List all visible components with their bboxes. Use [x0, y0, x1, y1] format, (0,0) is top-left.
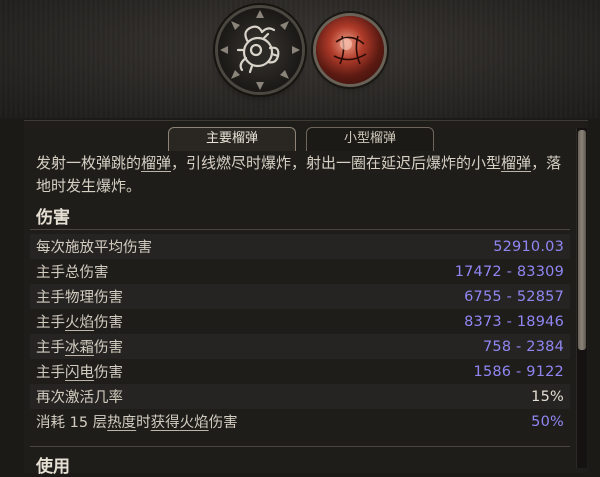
stat-value: 6755 - 52857 — [464, 288, 564, 305]
usage-section-title: 使用 — [36, 457, 70, 477]
tab-primary-grenade[interactable]: 主要榴弹 — [168, 127, 296, 151]
stat-row: 再次激活几率 15% — [30, 384, 570, 409]
description-text: 发射一枚弹跳的 — [36, 154, 142, 172]
scrollbar-thumb[interactable] — [578, 130, 586, 350]
stat-value: 8373 - 18946 — [464, 313, 564, 330]
keyword-fire[interactable]: 火焰 — [65, 315, 94, 331]
stat-label: 主手总伤害 — [36, 265, 109, 281]
stat-row: 主手物理伤害 6755 - 52857 — [30, 284, 570, 309]
keyword-lightning[interactable]: 闪电 — [65, 365, 94, 381]
keyword-heat[interactable]: 热度 — [107, 415, 136, 431]
stat-row: 主手火焰伤害 8373 - 18946 — [30, 309, 570, 334]
stat-value: 15% — [531, 388, 564, 405]
description-keyword-grenade[interactable]: 榴弹 — [501, 154, 531, 172]
keyword-gain[interactable]: 获得 — [151, 415, 180, 431]
stat-value: 1586 - 9122 — [473, 363, 564, 380]
stat-value: 50% — [531, 413, 564, 430]
stat-label: 主手物理伤害 — [36, 290, 123, 306]
stat-row: 主手闪电伤害 1586 - 9122 — [30, 359, 570, 384]
stat-value: 17472 - 83309 — [454, 263, 564, 280]
tab-small-grenade[interactable]: 小型榴弹 — [306, 127, 434, 151]
stat-row: 主手总伤害 17472 - 83309 — [30, 259, 570, 284]
stat-label: 主手闪电伤害 — [36, 365, 123, 381]
stat-label: 再次激活几率 — [36, 390, 123, 406]
stat-row: 消耗 15 层热度时获得火焰伤害 50% — [30, 409, 570, 434]
spiked-grenade-icon[interactable] — [218, 8, 302, 92]
stat-value: 758 - 2384 — [482, 338, 564, 355]
stat-label: 每次施放平均伤害 — [36, 240, 152, 256]
skill-description: 发射一枚弹跳的榴弹，引线燃尽时爆炸，射出一圈在延迟后爆炸的小型榴弹，落地时发生爆… — [36, 152, 566, 198]
stat-label: 主手火焰伤害 — [36, 315, 123, 331]
keyword-fire[interactable]: 火焰 — [180, 415, 209, 431]
stat-label: 消耗 15 层热度时获得火焰伤害 — [36, 415, 238, 431]
description-text: ，引线燃尽时爆炸，射出一圈在延迟后爆炸的小型 — [171, 154, 502, 172]
stat-value: 52910.03 — [493, 238, 564, 255]
stat-row: 每次施放平均伤害 52910.03 — [30, 234, 570, 259]
stat-label: 主手冰霜伤害 — [36, 340, 123, 356]
section-divider — [30, 229, 570, 230]
panel-scrollbar[interactable] — [576, 128, 587, 468]
description-keyword-grenade[interactable]: 榴弹 — [141, 154, 171, 172]
keyword-cold[interactable]: 冰霜 — [65, 340, 94, 356]
fire-grenade-icon[interactable] — [316, 16, 384, 84]
grenade-tabs: 主要榴弹 小型榴弹 — [168, 127, 434, 151]
stat-row: 主手冰霜伤害 758 - 2384 — [30, 334, 570, 359]
damage-stats-list: 每次施放平均伤害 52910.03 主手总伤害 17472 - 83309 主手… — [30, 234, 570, 434]
damage-section-title: 伤害 — [36, 208, 70, 228]
section-divider — [30, 446, 570, 447]
